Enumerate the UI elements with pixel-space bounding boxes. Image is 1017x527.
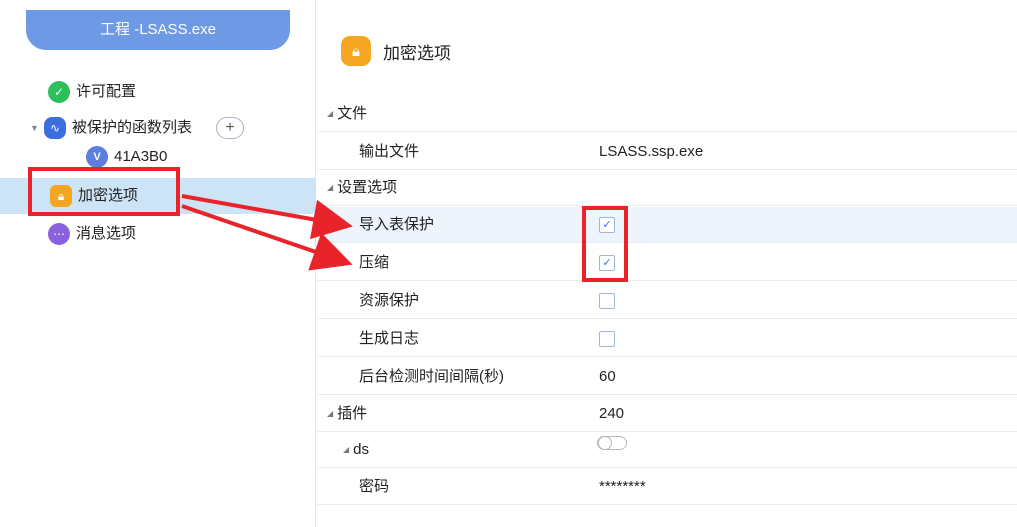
sidebar: 工程 -LSASS.exe ✓ 许可配置 ▼ ∿ 被保护的函数列表 + V 41… [0,0,316,527]
add-function-button[interactable]: + [216,117,245,139]
page-title: 加密选项 [383,43,451,63]
section-file[interactable]: ◢ 文件 [317,96,1017,132]
prop-import-table-protect[interactable]: 导入表保护 ✓ [317,207,1017,243]
output-file-value[interactable]: LSASS.ssp.exe [599,134,703,170]
sidebar-item-label: 许可配置 [76,83,137,100]
prop-output-file[interactable]: 输出文件 LSASS.ssp.exe [317,134,1017,170]
section-label: 设置选项 [337,179,398,196]
function-v-icon: V [86,146,108,168]
prop-plugin-ds[interactable]: ◢ ds [317,432,1017,468]
resource-protect-checkbox[interactable] [599,293,615,309]
waveform-icon: ∿ [44,117,66,139]
shield-check-icon: ✓ [48,81,70,103]
main-panel: 🔒︎ 加密选项 ◢ 文件 输出文件 LSASS.ssp.exe ◢ 设置选项 导入表… [317,0,1017,527]
expand-caret-icon[interactable]: ▼ [30,112,44,144]
prop-label: 导入表保护 [359,216,435,233]
sidebar-item-message-options[interactable]: ⋯ 消息选项 [48,218,136,250]
sidebar-item-label: 被保护的函数列表 [72,119,193,136]
password-value[interactable]: ******** [599,469,646,505]
section-label: 插件 [337,405,368,422]
prop-compress[interactable]: 压缩 ✓ [317,245,1017,281]
collapse-triangle-icon[interactable]: ◢ [343,445,349,454]
prop-label: 生成日志 [359,330,420,347]
page-header: 🔒︎ 加密选项 [341,36,451,66]
ds-toggle-switch[interactable] [597,436,627,450]
collapse-triangle-icon[interactable]: ◢ [327,183,333,192]
sidebar-item-label: 消息选项 [76,225,137,242]
collapse-triangle-icon[interactable]: ◢ [327,409,333,418]
toggle-knob [598,436,612,450]
collapse-triangle-icon[interactable]: ◢ [327,109,333,118]
sidebar-item-protected-functions[interactable]: ▼ ∿ 被保护的函数列表 + [30,112,245,144]
plugins-value[interactable]: 240 [599,396,624,432]
prop-generate-log[interactable]: 生成日志 [317,321,1017,357]
generate-log-checkbox[interactable] [599,331,615,347]
chat-icon: ⋯ [48,223,70,245]
sidebar-item-function-41a3b0[interactable]: V 41A3B0 [86,146,167,168]
plugin-label: ds [353,441,369,458]
prop-label: 输出文件 [359,143,420,160]
section-settings[interactable]: ◢ 设置选项 [317,170,1017,206]
prop-resource-protect[interactable]: 资源保护 [317,283,1017,319]
annotation-box-checkboxes [582,206,628,282]
sidebar-item-label: 41A3B0 [114,148,168,165]
lock-icon: 🔒︎ [341,36,371,66]
bg-interval-value[interactable]: 60 [599,359,616,395]
prop-label: 资源保护 [359,292,420,309]
prop-label: 后台检测时间间隔(秒) [359,368,504,385]
prop-label: 密码 [359,478,390,495]
prop-label: 压缩 [359,254,390,271]
sidebar-item-license[interactable]: ✓ 许可配置 [48,76,136,108]
prop-password[interactable]: 密码 ******** [317,469,1017,505]
annotation-box-encrypt [28,167,180,216]
section-label: 文件 [337,105,368,122]
project-title[interactable]: 工程 -LSASS.exe [26,10,290,50]
section-plugins[interactable]: ◢ 插件 240 [317,396,1017,432]
prop-bg-check-interval[interactable]: 后台检测时间间隔(秒) 60 [317,359,1017,395]
